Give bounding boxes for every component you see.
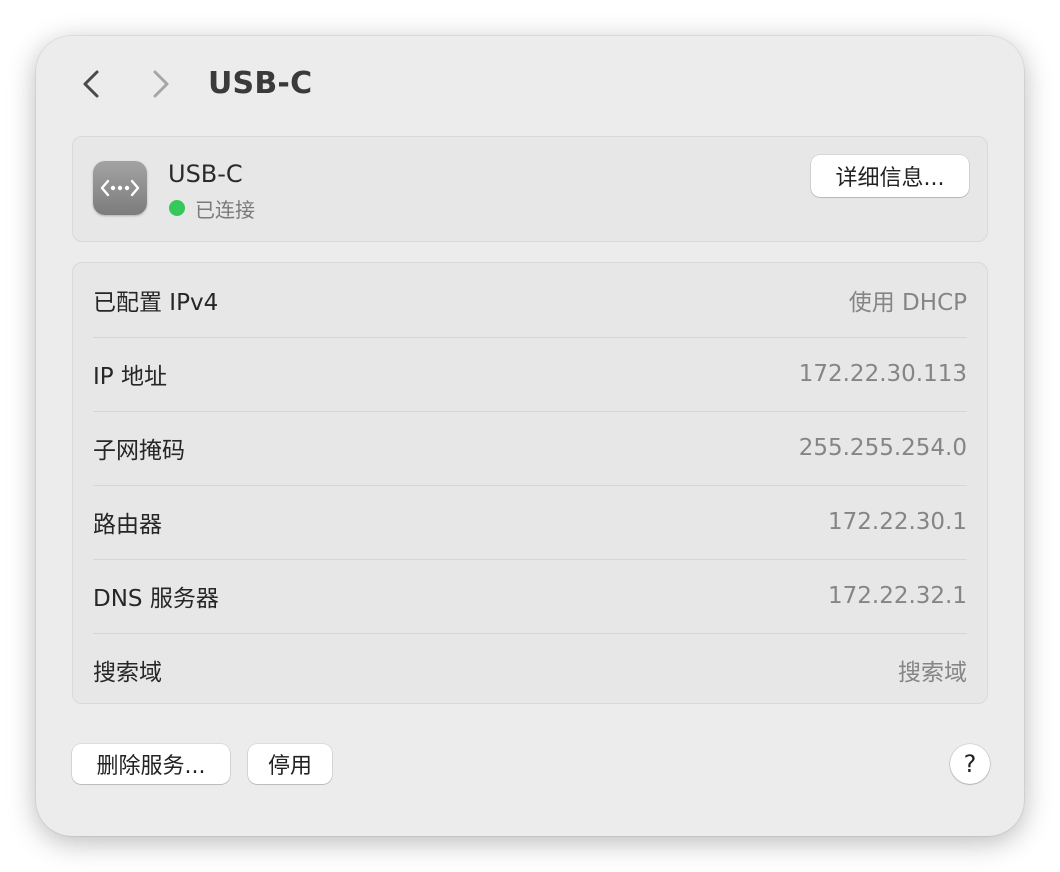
chevron-left-icon <box>83 70 99 98</box>
info-row-ip-address: IP 地址 172.22.30.113 <box>93 337 967 412</box>
info-row-subnet-mask: 子网掩码 255.255.254.0 <box>93 411 967 486</box>
info-row-dns-server: DNS 服务器 172.22.32.1 <box>93 559 967 634</box>
info-row-label: DNS 服务器 <box>93 586 219 612</box>
info-row-value: 172.22.30.1 <box>828 509 967 535</box>
chevron-right-icon <box>153 70 169 98</box>
info-row-value: 255.255.254.0 <box>798 435 967 461</box>
info-row-value: 172.22.30.113 <box>798 361 967 387</box>
info-row-value: 搜索域 <box>898 660 967 686</box>
connection-status: 已连接 <box>169 193 255 223</box>
service-name: USB-C <box>168 160 243 188</box>
info-row-ipv4-config: 已配置 IPv4 使用 DHCP <box>93 263 967 338</box>
status-text: 已连接 <box>195 197 255 222</box>
status-dot-icon <box>169 200 185 216</box>
info-row-value: 172.22.32.1 <box>828 583 967 609</box>
page-title: USB-C <box>208 66 313 101</box>
info-row-label: 路由器 <box>93 512 162 538</box>
info-row-label: IP 地址 <box>93 364 167 390</box>
delete-service-button[interactable]: 删除服务... <box>72 744 230 784</box>
back-button[interactable] <box>72 64 112 104</box>
disable-button[interactable]: 停用 <box>248 744 332 784</box>
network-info-panel: 已配置 IPv4 使用 DHCP IP 地址 172.22.30.113 子网掩… <box>72 262 988 704</box>
service-header-panel: USB-C 已连接 详细信息... <box>72 136 988 242</box>
info-row-label: 子网掩码 <box>93 438 185 464</box>
details-button[interactable]: 详细信息... <box>811 155 969 197</box>
forward-button[interactable] <box>140 64 180 104</box>
info-row-value: 使用 DHCP <box>848 290 967 316</box>
network-settings-window: USB-C USB-C 已连接 详细信息... 已配置 IPv4 使用 DHCP… <box>36 36 1024 836</box>
help-button[interactable]: ? <box>950 744 990 784</box>
info-row-label: 搜索域 <box>93 660 162 686</box>
info-row-search-domain: 搜索域 搜索域 <box>93 633 967 707</box>
ethernet-dots-icon <box>93 161 147 215</box>
info-row-label: 已配置 IPv4 <box>93 290 219 316</box>
info-row-router: 路由器 172.22.30.1 <box>93 485 967 560</box>
